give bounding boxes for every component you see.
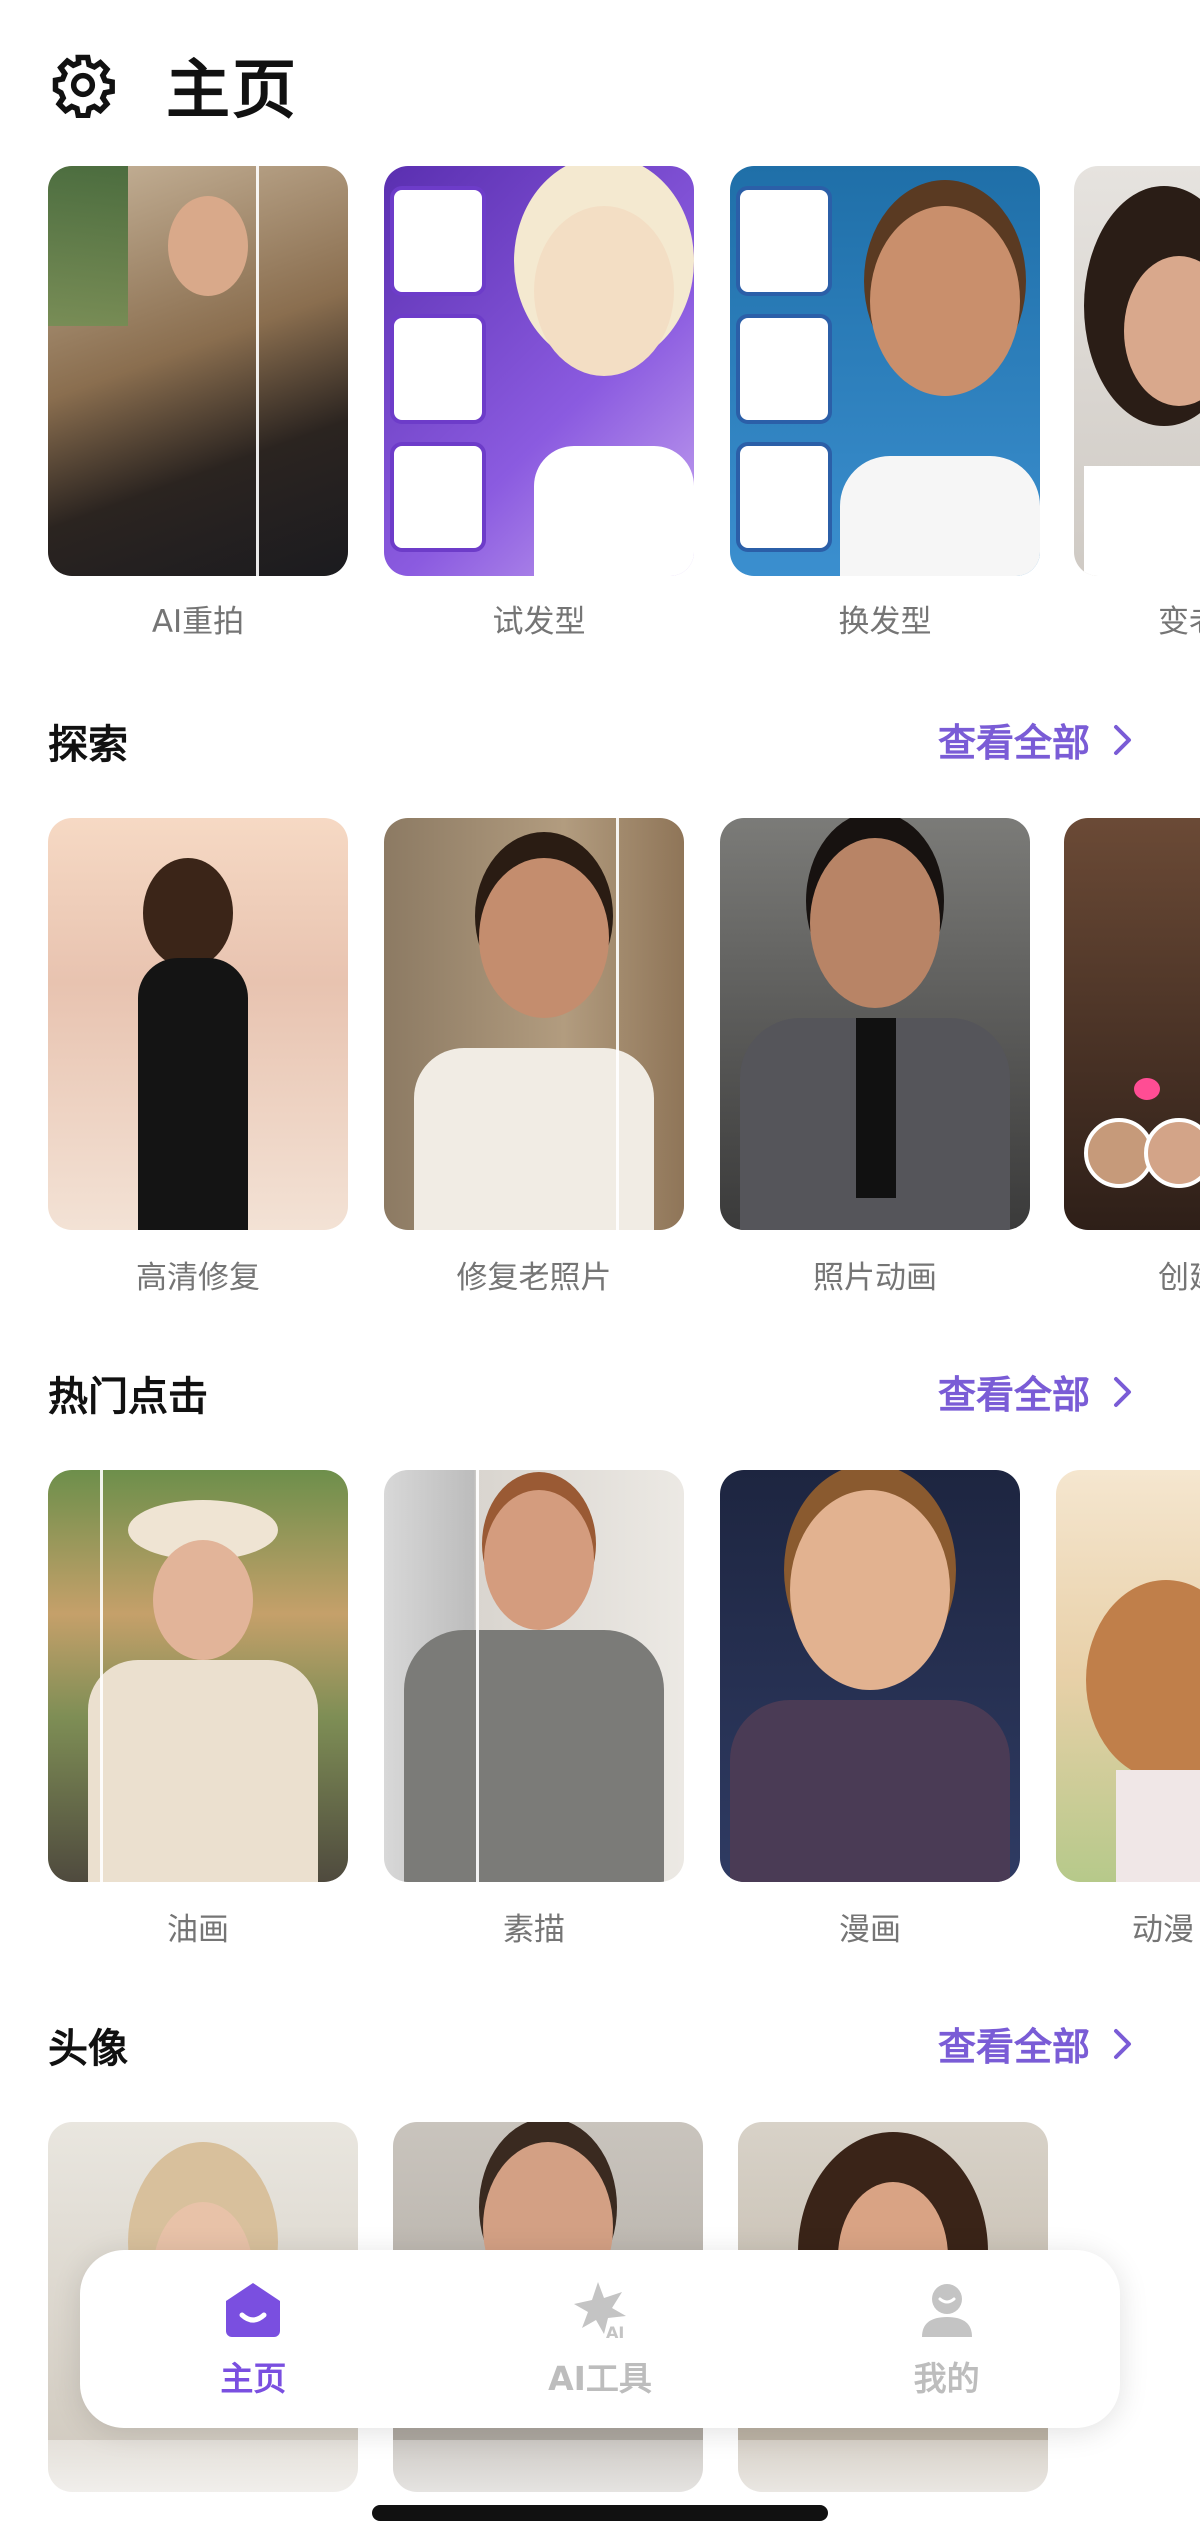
hot-card-sketch[interactable]: 素描 [384,1470,684,1948]
hot-label: 素描 [503,1912,565,1948]
nav-label: 我的 [913,2359,980,2398]
feature-card-try-hairstyle[interactable]: 试发型 [384,166,694,640]
feature-label: 试发型 [492,604,586,640]
explore-view-all-link[interactable]: 查看全部 [938,712,1138,767]
svg-text:AI: AI [606,2323,624,2342]
bottom-nav: 主页 AI AI工具 我的 [80,2250,1120,2428]
create-date-image [1064,818,1200,1230]
feature-card-ai-retake[interactable]: AI重拍 [48,166,348,640]
hot-label: 动漫 [1132,1912,1194,1948]
hot-card-oil-painting[interactable]: 油画 [48,1470,348,1948]
chevron-right-icon [1112,723,1138,757]
explore-label: 高清修复 [136,1260,260,1296]
explore-label: 修复老照片 [456,1260,612,1296]
feature-label: 变老 [1158,604,1200,640]
page-title: 主页 [166,54,298,128]
feature-label: AI重拍 [151,604,245,640]
section-title-avatar: 头像 [48,2026,128,2072]
photo-animation-image [720,818,1030,1230]
gear-icon[interactable] [48,50,118,120]
explore-card-photo-animation[interactable]: 照片动画 [720,818,1030,1296]
view-all-label: 查看全部 [937,1373,1090,1417]
hot-card-anime[interactable]: 动漫 [1056,1470,1200,1948]
oil-painting-image [48,1470,348,1882]
explore-row[interactable]: 高清修复 修复老照片 照片动画 创建约会 [48,818,1200,1308]
hot-card-comic[interactable]: 漫画 [720,1470,1020,1948]
hot-label: 漫画 [839,1912,901,1948]
chevron-right-icon [1112,1375,1138,1409]
section-title-hot: 热门点击 [48,1374,208,1420]
explore-label: 照片动画 [813,1260,937,1296]
nav-label: 主页 [220,2359,287,2398]
hot-label: 油画 [167,1912,229,1948]
try-hairstyle-image [384,166,694,576]
explore-card-old-photo[interactable]: 修复老照片 [384,818,684,1296]
chevron-right-icon [1112,2027,1138,2061]
view-all-label: 查看全部 [937,2025,1090,2069]
home-icon [221,2278,285,2342]
header: 主页 [48,40,298,130]
bottom-fade [0,2440,1200,2543]
ai-tools-icon: AI [568,2278,632,2342]
old-photo-image [384,818,684,1230]
sketch-image [384,1470,684,1882]
aging-image [1074,166,1200,576]
avatar-view-all-link[interactable]: 查看全部 [938,2016,1138,2071]
view-all-label: 查看全部 [937,721,1090,765]
explore-label: 创建约会 [1158,1260,1200,1296]
comic-image [720,1470,1020,1882]
ai-retake-image [48,166,348,576]
hot-view-all-link[interactable]: 查看全部 [938,1364,1138,1419]
hot-row[interactable]: 油画 素描 漫画 动漫 [48,1470,1200,1960]
feature-row[interactable]: AI重拍 试发型 换发型 变老 [48,166,1200,646]
nav-label: AI工具 [548,2359,652,2398]
explore-card-create-date[interactable]: 创建约会 [1064,818,1200,1296]
feature-card-aging[interactable]: 变老 [1074,166,1200,640]
nav-item-home[interactable]: 主页 [133,2278,373,2400]
feature-label: 换发型 [838,604,932,640]
nav-item-ai-tools[interactable]: AI AI工具 [480,2278,720,2400]
profile-icon [915,2278,979,2342]
hd-restore-image [48,818,348,1230]
nav-item-profile[interactable]: 我的 [827,2278,1067,2400]
home-indicator [372,2505,828,2521]
anime-image [1056,1470,1200,1882]
feature-card-change-hairstyle[interactable]: 换发型 [730,166,1040,640]
explore-card-hd-restore[interactable]: 高清修复 [48,818,348,1296]
change-hairstyle-image [730,166,1040,576]
section-title-explore: 探索 [48,722,128,768]
